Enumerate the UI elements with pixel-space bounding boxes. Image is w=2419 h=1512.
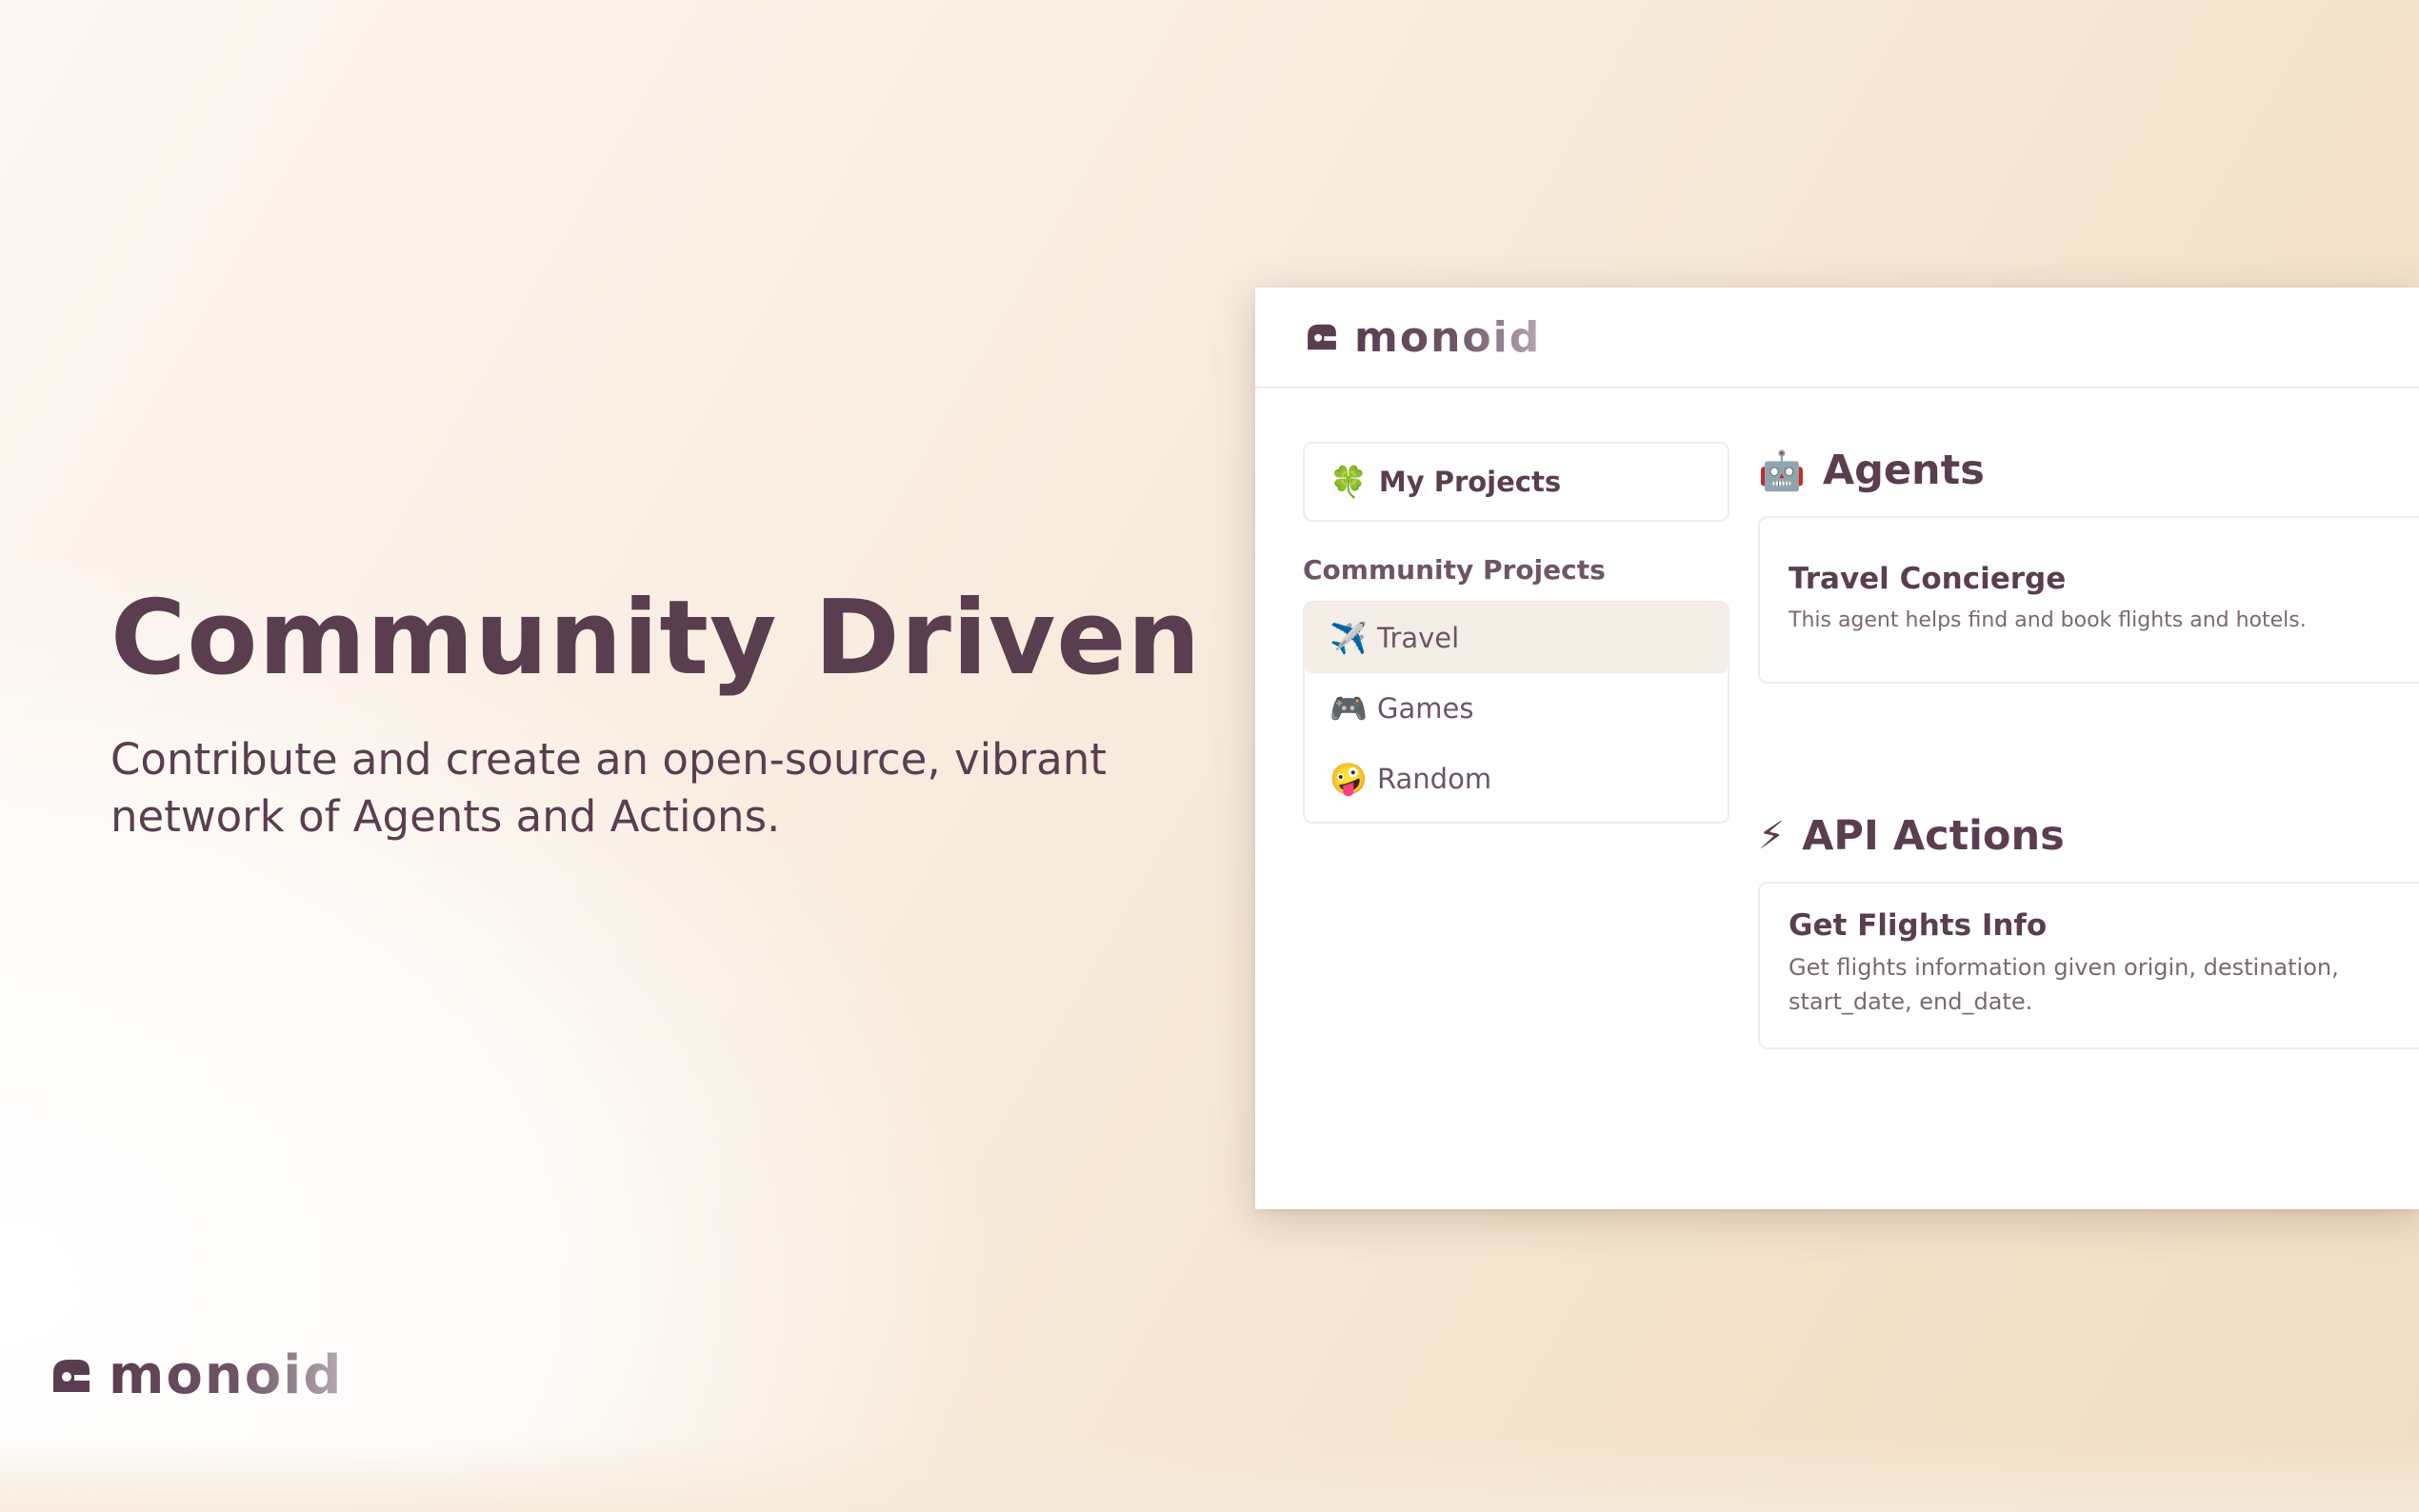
hero-subtitle: Contribute and create an open-source, vi… <box>110 734 1107 842</box>
agents-heading-label: Agents <box>1822 447 1985 494</box>
sidebar-item-games[interactable]: 🎮 Games <box>1305 673 1728 744</box>
app-window: monoid 🍀 My Projects Community Projects … <box>1255 288 2419 1209</box>
community-projects-heading: Community Projects <box>1303 554 1606 586</box>
sidebar-item-label: My Projects <box>1378 466 1562 498</box>
api-actions-heading: ⚡ API Actions <box>1758 807 2419 865</box>
bottom-band <box>0 1436 2419 1512</box>
agent-card-title: Travel Concierge <box>1789 562 2067 596</box>
sidebar-item-random[interactable]: 🤪 Random <box>1305 744 1728 814</box>
monoid-logo-icon <box>1308 324 1336 350</box>
app-logo-wordmark: monoid <box>1354 312 1542 362</box>
action-card-title: Get Flights Info <box>1789 908 2048 943</box>
action-card-description: Get flights information given origin, de… <box>1789 954 2339 1015</box>
zany-face-icon: 🤪 <box>1329 761 1368 797</box>
monoid-logo-icon <box>53 1359 90 1392</box>
robot-icon: 🤖 <box>1758 448 1806 493</box>
community-projects-list: ✈️ Travel 🎮 Games 🤪 Random <box>1303 601 1729 824</box>
app-logo[interactable]: monoid <box>1303 313 1541 362</box>
action-card[interactable]: Get Flights Info Get flights information… <box>1758 882 2419 1049</box>
sidebar-item-label: Random <box>1377 763 1492 795</box>
main-content: 🤖 Agents Travel Concierge This agent hel… <box>1758 442 2419 1049</box>
agent-card-description: This agent helps find and book flights a… <box>1789 608 2307 632</box>
sidebar-item-my-projects[interactable]: 🍀 My Projects <box>1303 442 1729 522</box>
footer-logo-wordmark: monoid <box>109 1344 344 1406</box>
sidebar: 🍀 My Projects Community Projects ✈️ Trav… <box>1303 442 1729 824</box>
sidebar-item-label: Games <box>1377 692 1474 725</box>
footer-logo[interactable]: monoid <box>48 1344 343 1406</box>
agents-heading: 🤖 Agents <box>1758 442 2419 499</box>
sidebar-item-travel[interactable]: ✈️ Travel <box>1305 603 1728 673</box>
actions-section: ⚡ API Actions Get Flights Info Get fligh… <box>1758 807 2419 1049</box>
api-actions-heading-label: API Actions <box>1802 812 2065 860</box>
sidebar-item-label: Travel <box>1377 622 1460 654</box>
airplane-icon: ✈️ <box>1329 620 1368 656</box>
hero-title: Community Driven <box>110 579 1202 698</box>
clover-icon: 🍀 <box>1329 464 1368 500</box>
app-header: monoid <box>1255 288 2419 388</box>
lightning-icon: ⚡ <box>1758 814 1786 858</box>
game-controller-icon: 🎮 <box>1329 690 1368 726</box>
agent-card[interactable]: Travel Concierge This agent helps find a… <box>1758 516 2419 684</box>
